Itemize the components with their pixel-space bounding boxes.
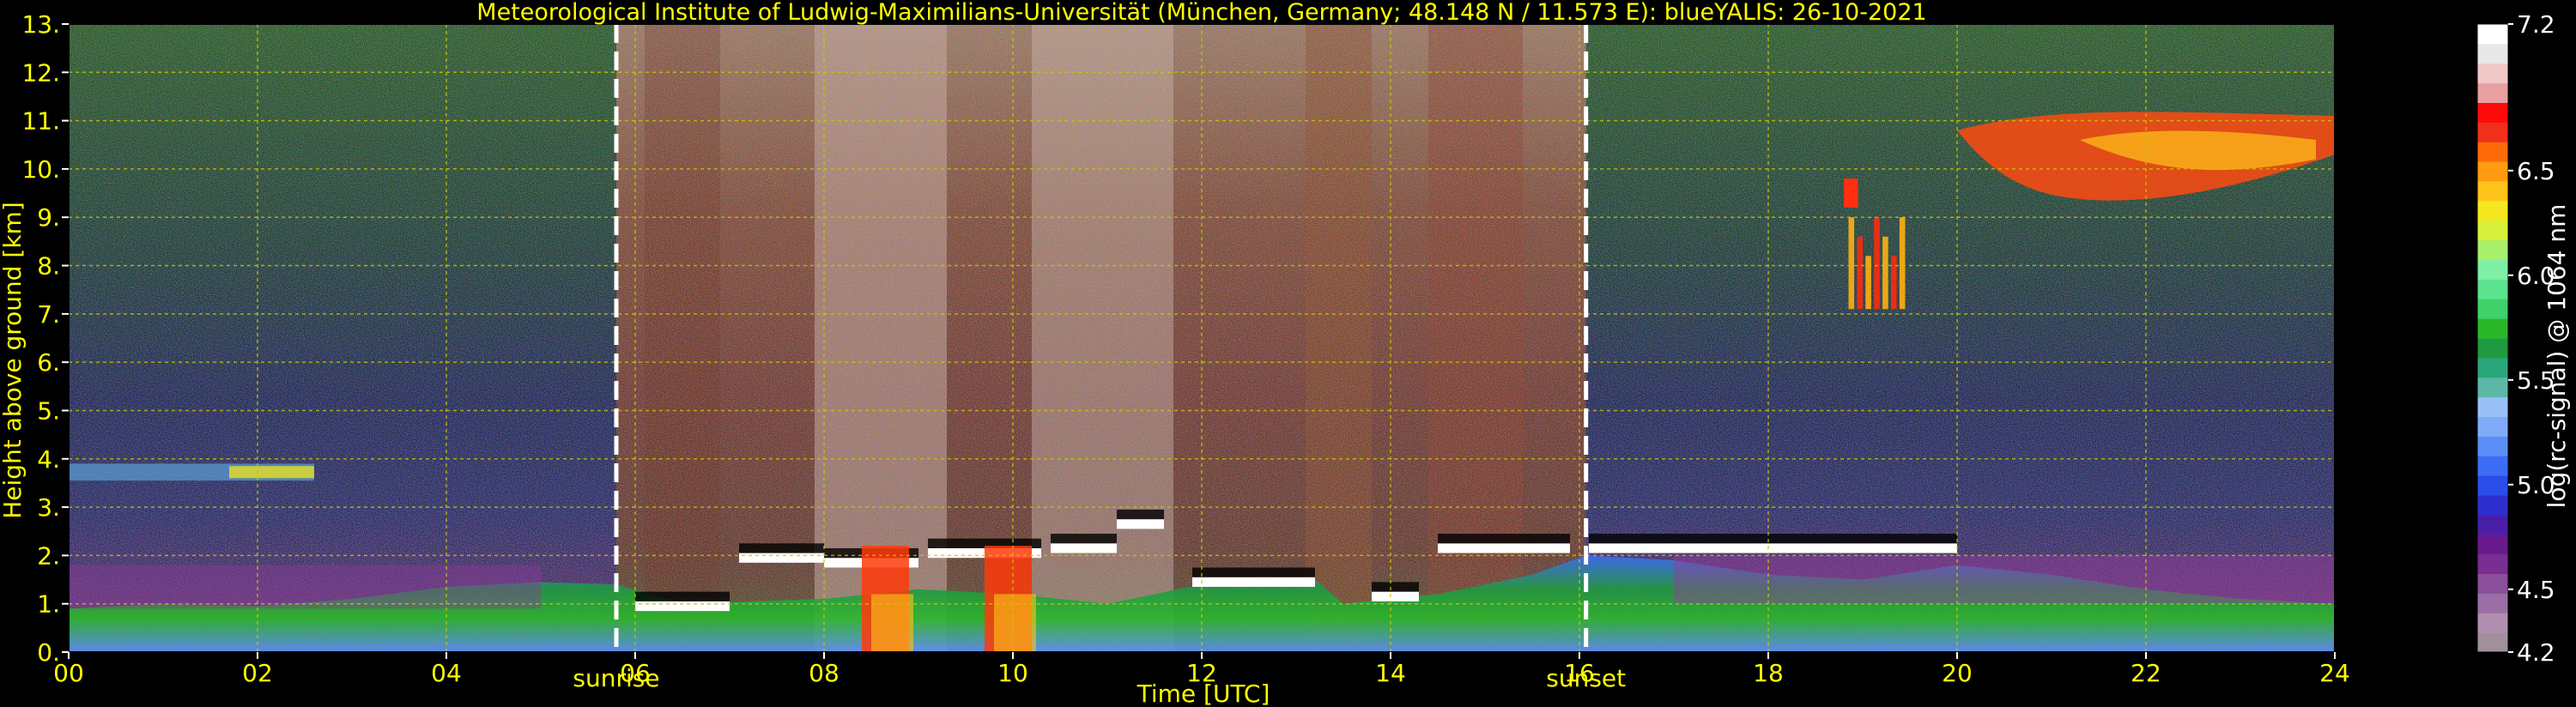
colorbar-tick-label: 7.2 — [2517, 10, 2555, 39]
cloud-attenuation — [1051, 534, 1117, 544]
cirrus-fallstreak — [1874, 217, 1880, 310]
colorbar-swatch — [2477, 24, 2508, 45]
x-tick-label: 10 — [997, 659, 1028, 687]
aerosol-band-evening — [1674, 555, 2335, 604]
cloud-base-layer — [1589, 543, 1957, 553]
lidar-quicklook-chart: sunrise sunset 00 02 04 06 08 10 12 14 16 18 20 22 24… — [0, 0, 2571, 707]
colorbar-tick-label: 4.2 — [2517, 638, 2555, 667]
cloud-base-layer — [635, 601, 730, 612]
colorbar-swatch — [2477, 357, 2508, 378]
x-axis-label: Time [UTC] — [1136, 680, 1270, 707]
colorbar-swatch — [2477, 181, 2508, 202]
cloud-attenuation — [1438, 534, 1570, 544]
colorbar-swatch — [2477, 259, 2508, 280]
y-tick-label: 0. — [37, 638, 60, 667]
y-tick-label: 9. — [37, 203, 60, 232]
aerosol-band-morning — [69, 565, 541, 609]
colorbar-label: log(rc-signal) @ 1064 nm — [2543, 204, 2571, 509]
cirrus-fallstreak — [1882, 236, 1888, 310]
colorbar-swatch — [2477, 239, 2508, 260]
x-tick-label: 08 — [809, 659, 839, 687]
colorbar-tick-label: 6.5 — [2517, 157, 2555, 185]
cloud-base-layer — [1117, 519, 1164, 529]
cloud-attenuation — [635, 591, 730, 601]
y-tick-label: 5. — [37, 396, 60, 425]
x-tick-label: 24 — [2319, 659, 2350, 687]
colorbar-swatch — [2477, 122, 2508, 142]
chart-title: Meteorological Institute of Ludwig-Maxim… — [476, 0, 1926, 26]
colorbar-swatch — [2477, 573, 2508, 594]
colorbar-swatch — [2477, 613, 2508, 633]
cloud-base-layer — [1438, 543, 1570, 553]
cirrus-fallstreak — [1848, 217, 1855, 310]
colorbar-swatch — [2477, 495, 2508, 516]
colorbar-swatch — [2477, 475, 2508, 496]
colorbar-swatch — [2477, 142, 2508, 162]
x-tick-label: 04 — [431, 659, 462, 687]
y-tick-label: 11. — [21, 107, 60, 136]
cirrus-fallstreak — [1891, 256, 1897, 310]
x-tick-label: 02 — [242, 659, 273, 687]
cloud-base-layer — [1051, 543, 1117, 553]
colorbar-swatch — [2477, 299, 2508, 319]
colorbar-swatch — [2477, 279, 2508, 299]
colorbar-swatch — [2477, 396, 2508, 417]
colorbar-swatch — [2477, 456, 2508, 476]
colorbar-swatch — [2477, 553, 2508, 574]
colorbar-swatch — [2477, 632, 2508, 653]
y-tick-label: 8. — [37, 252, 60, 281]
y-axis-label: Height above ground [km] — [0, 202, 27, 519]
colorbar-swatch — [2477, 102, 2508, 123]
cloud-base-layer — [1372, 591, 1419, 601]
cloud-attenuation — [1192, 567, 1315, 577]
colorbar-swatch — [2477, 63, 2508, 84]
colorbar-swatch — [2477, 534, 2508, 555]
plot-area — [69, 24, 2335, 652]
x-tick-label: 22 — [2131, 659, 2161, 687]
cirrus-fallstreak — [1857, 236, 1863, 310]
colorbar-swatch — [2477, 416, 2508, 437]
colorbar-swatch — [2477, 200, 2508, 221]
y-tick-label: 2. — [37, 541, 60, 570]
colorbar-swatch — [2477, 161, 2508, 182]
residual-layer-core — [229, 466, 314, 479]
colorbar-swatch — [2477, 593, 2508, 613]
colorbar-swatch — [2477, 377, 2508, 398]
colorbar-swatch — [2477, 436, 2508, 456]
colorbar-swatch — [2477, 338, 2508, 359]
cirrus-fallstreak-top — [1844, 178, 1858, 208]
y-tick-label: 7. — [37, 300, 60, 329]
y-tick-label: 3. — [37, 493, 60, 522]
cloud-base-layer — [739, 553, 824, 563]
x-tick-label: 18 — [1753, 659, 1784, 687]
y-tick-label: 1. — [37, 590, 60, 619]
colorbar-swatch — [2477, 82, 2508, 103]
x-tick-label: 06 — [620, 659, 651, 687]
precipitation-core — [994, 594, 1036, 652]
colorbar-swatch — [2477, 318, 2508, 339]
y-tick-label: 12. — [21, 58, 60, 87]
y-tick-label: 13. — [21, 10, 60, 39]
cirrus-fallstreak — [1865, 256, 1871, 310]
y-tick-label: 6. — [37, 348, 60, 377]
x-tick-label: 14 — [1375, 659, 1406, 687]
cloud-base-layer — [1192, 577, 1315, 587]
cloud-attenuation — [1117, 509, 1164, 520]
colorbar-swatch — [2477, 220, 2508, 241]
x-tick-label: 20 — [1942, 659, 1973, 687]
cloud-attenuation — [1589, 534, 1957, 544]
colorbar-swatch — [2477, 514, 2508, 535]
y-tick-label: 10. — [21, 155, 60, 184]
colorbar-tick-label: 4.5 — [2517, 576, 2555, 604]
cirrus-fallstreak — [1899, 217, 1906, 310]
cloud-attenuation — [739, 543, 824, 553]
x-tick-label: 16 — [1564, 659, 1595, 687]
y-tick-label: 4. — [37, 445, 60, 474]
precipitation-core — [871, 594, 913, 652]
cloud-attenuation — [1372, 582, 1419, 592]
colorbar-swatch — [2477, 43, 2508, 64]
